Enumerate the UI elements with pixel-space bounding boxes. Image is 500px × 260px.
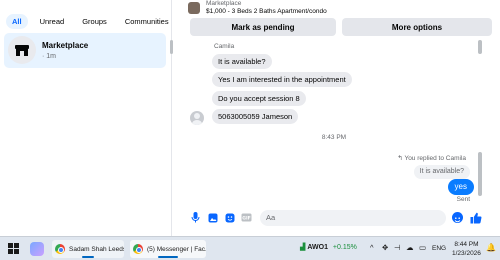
mark-as-pending-button[interactable]: Mark as pending	[190, 18, 336, 36]
incoming-message[interactable]: Yes I am interested in the appointment	[212, 72, 352, 87]
taskbar-app-label: (5) Messenger | Fac...	[147, 245, 206, 253]
chevron-up-icon[interactable]: ^	[370, 243, 374, 252]
chat-list-pane: All Unread Groups Communities Marketplac…	[0, 0, 175, 236]
taskbar-app-chrome-1[interactable]: Sadam Shah Leeds ...	[52, 240, 124, 258]
incoming-message[interactable]: 5063005059 Jameson	[212, 109, 299, 124]
listing-thumbnail	[188, 2, 200, 14]
chat-list-scrollbar[interactable]	[170, 40, 173, 54]
taskbar-app-label: Sadam Shah Leeds ...	[69, 245, 124, 253]
filter-unread[interactable]: Unread	[34, 14, 71, 29]
chrome-icon	[55, 244, 65, 254]
listing-title: $1,000 - 3 Beds 2 Baths Apartment/condo	[206, 8, 327, 15]
listing-header[interactable]: Marketplace $1,000 - 3 Beds 2 Baths Apar…	[188, 0, 327, 16]
language-indicator[interactable]: ENG	[432, 245, 446, 252]
photo-icon[interactable]	[207, 212, 218, 223]
store-icon	[15, 44, 29, 56]
composer: GIF Aa	[174, 208, 500, 228]
copilot-icon[interactable]	[30, 242, 44, 256]
filter-groups[interactable]: Groups	[76, 14, 113, 29]
outgoing-message[interactable]: yes	[447, 179, 474, 195]
conversation-pane: Marketplace $1,000 - 3 Beds 2 Baths Apar…	[174, 0, 500, 236]
taskbar-app-chrome-2[interactable]: (5) Messenger | Fac...	[130, 240, 206, 258]
thread-scrollbar-top[interactable]	[478, 40, 482, 54]
clock-date: 1/23/2026	[452, 250, 481, 257]
sticker-icon[interactable]	[224, 212, 235, 223]
stock-change: +0.15%	[332, 244, 357, 251]
incoming-message[interactable]: Do you accept session 8	[212, 91, 306, 106]
reply-note: You replied to Camila	[404, 155, 466, 162]
active-indicator	[158, 256, 178, 258]
message-timestamp: 8:43 PM	[321, 134, 347, 141]
chrome-icon	[133, 244, 143, 254]
microphone-icon[interactable]	[190, 212, 201, 223]
system-clock[interactable]: 8:44 PM 1/23/2026	[452, 240, 481, 258]
chart-up-icon: ▟	[300, 244, 306, 251]
reply-indicator: ↰ You replied to Camila	[397, 154, 466, 162]
sender-name: Camila	[214, 43, 235, 50]
sender-avatar[interactable]	[190, 111, 204, 125]
windows-start-icon[interactable]	[8, 243, 20, 255]
conversation-name: Marketplace	[42, 41, 89, 50]
messenger-window: All Unread Groups Communities Marketplac…	[0, 0, 500, 260]
svg-text:GIF: GIF	[242, 216, 250, 222]
stock-widget[interactable]: ▟ AWO1 +0.15%	[300, 243, 357, 251]
move-icon[interactable]: ✥	[382, 243, 388, 252]
conversation-item-marketplace[interactable]: Marketplace · 1m	[4, 33, 166, 68]
gif-icon[interactable]: GIF	[241, 212, 252, 223]
message-status: Sent	[456, 196, 470, 203]
stock-ticker: AWO1	[307, 244, 328, 251]
filter-all[interactable]: All	[6, 14, 28, 29]
more-options-button[interactable]: More options	[342, 18, 492, 36]
quoted-message[interactable]: It is available?	[413, 165, 470, 179]
taskbar: Sadam Shah Leeds ... (5) Messenger | Fac…	[0, 236, 500, 260]
usb-icon[interactable]: ⊣	[394, 243, 401, 252]
running-indicator	[82, 256, 94, 258]
filter-communities[interactable]: Communities	[119, 14, 175, 29]
avatar	[8, 36, 36, 64]
filter-tabs: All Unread Groups Communities	[6, 14, 175, 29]
battery-icon[interactable]: ▭	[419, 243, 426, 252]
like-icon[interactable]	[470, 211, 482, 224]
incoming-message[interactable]: It is available?	[212, 54, 272, 69]
listing-label: Marketplace	[206, 0, 242, 7]
cloud-icon[interactable]: ☁	[406, 243, 414, 252]
conversation-time: · 1m	[42, 53, 56, 60]
thread-scrollbar[interactable]	[478, 152, 482, 196]
notification-bell-icon[interactable]: 🔔	[486, 243, 496, 252]
message-input[interactable]: Aa	[260, 210, 446, 226]
emoji-icon[interactable]	[452, 212, 463, 223]
clock-time: 8:44 PM	[454, 241, 479, 248]
